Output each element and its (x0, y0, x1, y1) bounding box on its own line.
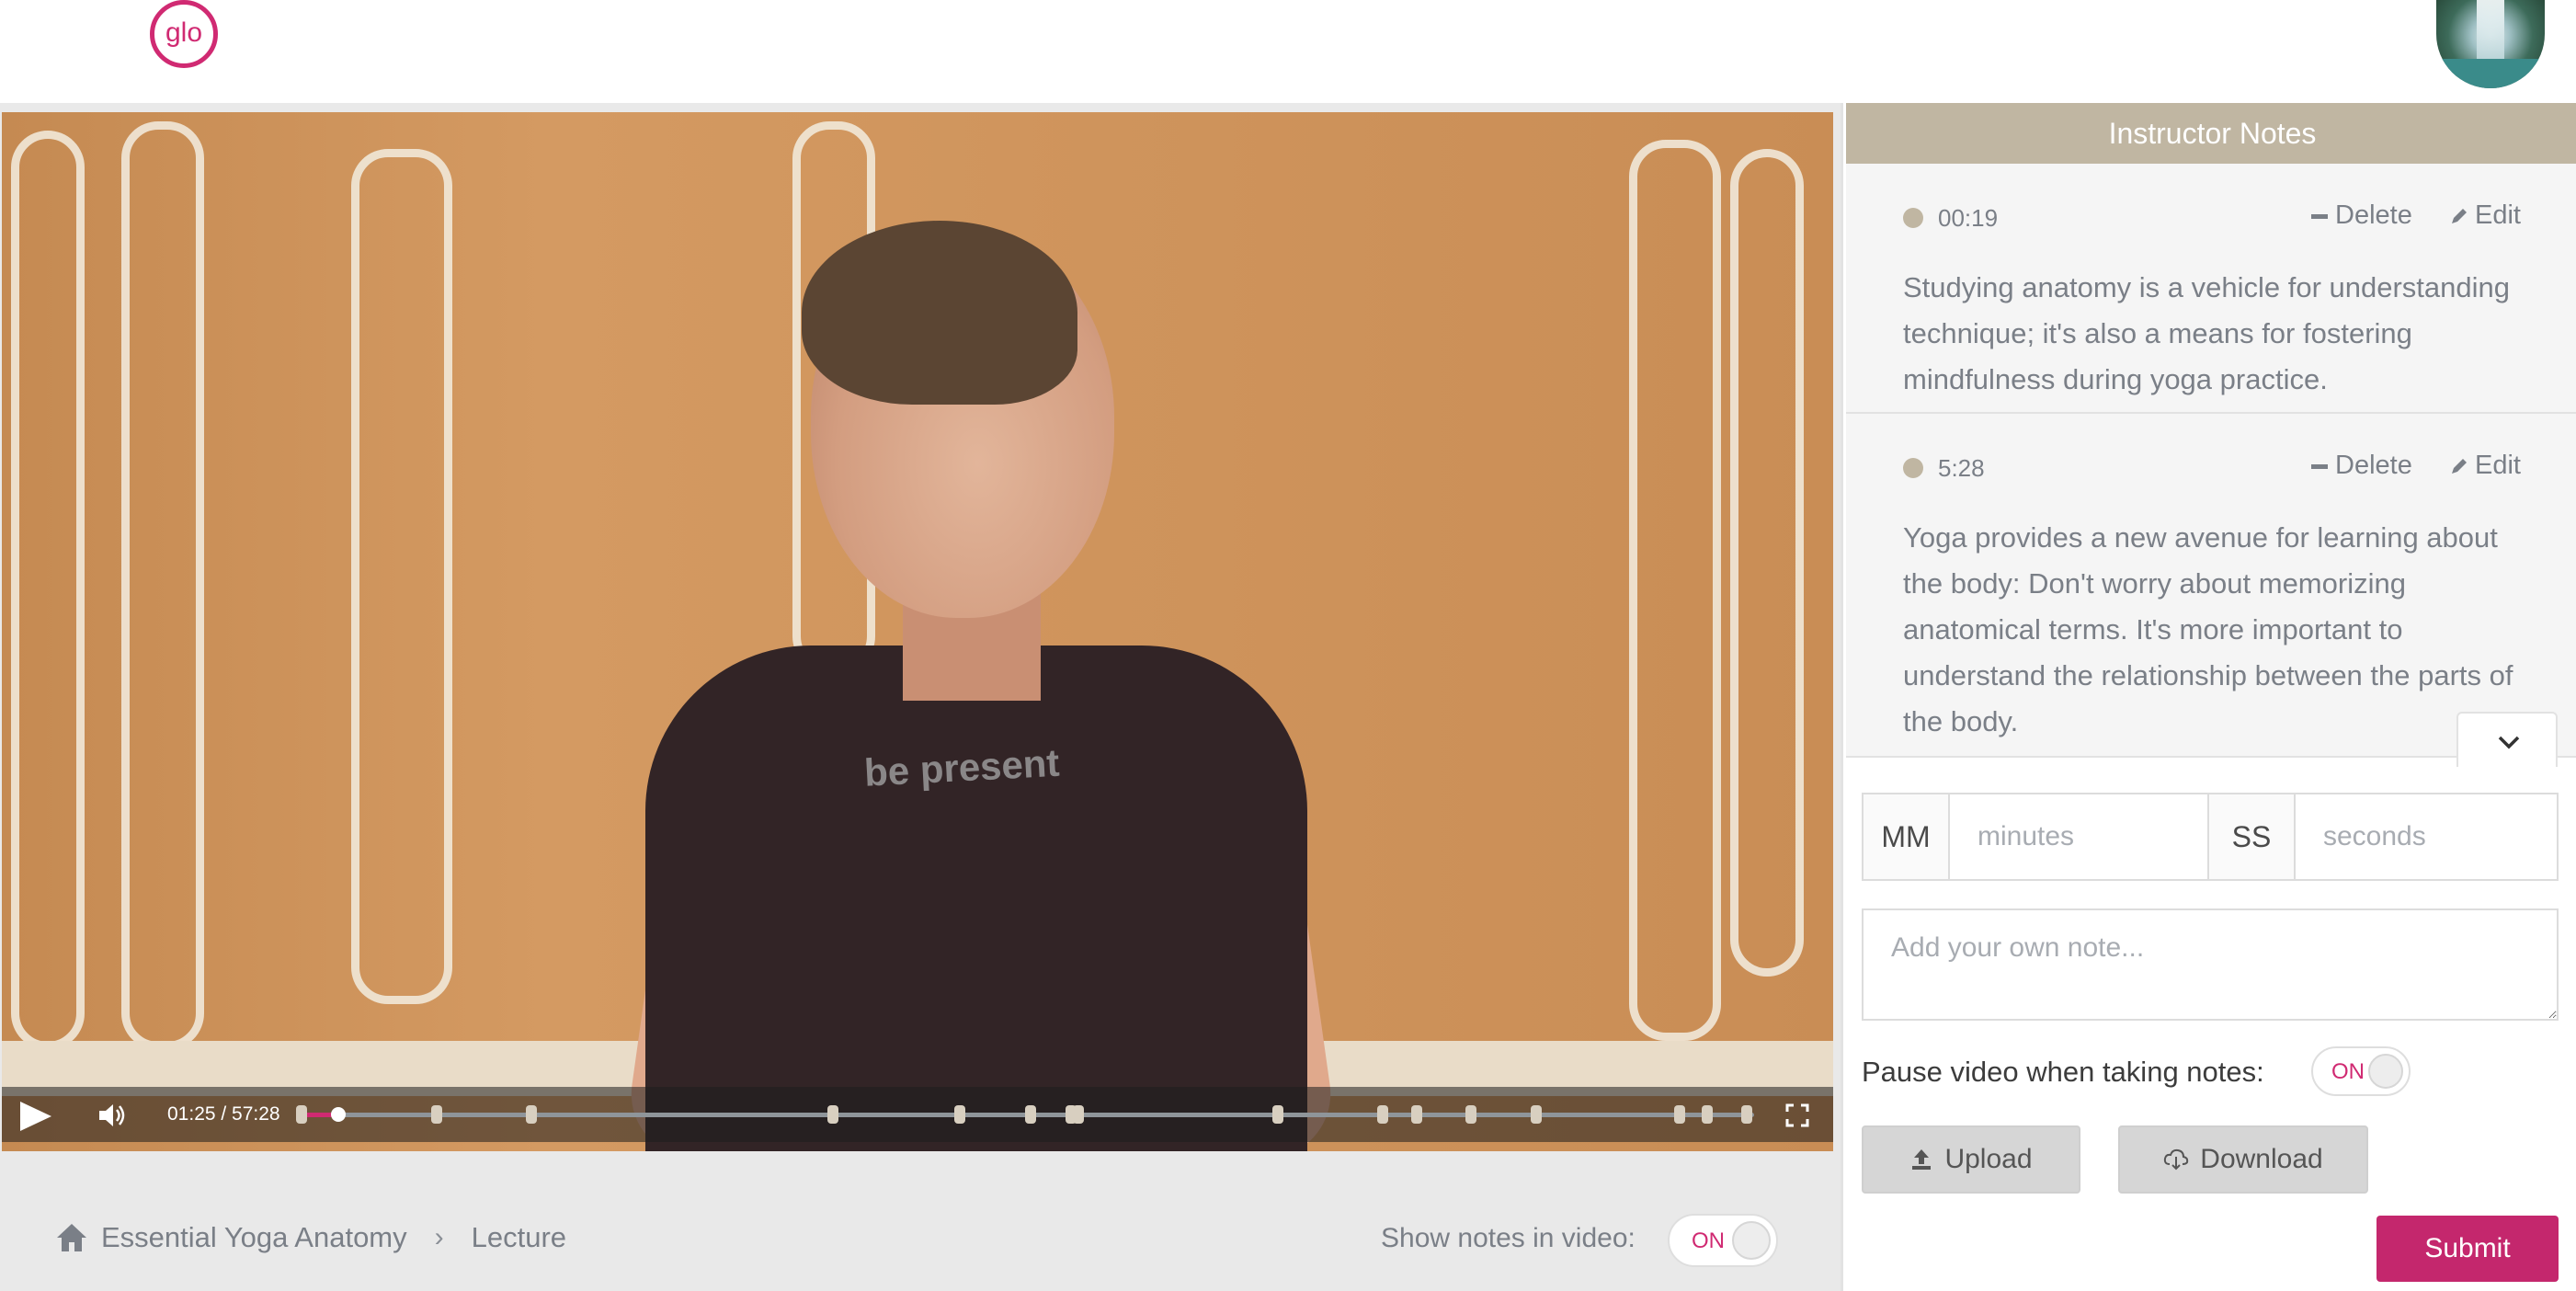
upload-label: Upload (1944, 1144, 2033, 1174)
seconds-unit-label: SS (2209, 794, 2296, 879)
note-marker[interactable] (1702, 1105, 1714, 1124)
rope-graphic (1629, 140, 1721, 1041)
collapse-notes-button[interactable] (2456, 712, 2558, 767)
rope-graphic (11, 131, 85, 1050)
progress-bar[interactable] (296, 1105, 1754, 1124)
note-text: Studying anatomy is a vehicle for unders… (1903, 271, 2511, 395)
note-edit-button[interactable]: Edit (2449, 200, 2521, 231)
note-marker[interactable] (296, 1105, 307, 1124)
volume-icon[interactable] (99, 1103, 127, 1127)
breadcrumb-separator: › (434, 1222, 444, 1252)
cloud-download-icon (2164, 1148, 2189, 1171)
note-delete-button[interactable]: Delete (2311, 200, 2412, 231)
user-avatar[interactable] (2436, 0, 2545, 88)
time-display: 01:25 / 57:28 (167, 1103, 280, 1125)
note-marker[interactable] (1741, 1105, 1753, 1124)
toggle-knob (1732, 1221, 1771, 1260)
rope-graphic (1730, 149, 1804, 977)
note-marker[interactable] (1376, 1105, 1388, 1124)
breadcrumb-course-link[interactable]: Essential Yoga Anatomy (101, 1221, 407, 1254)
notes-list[interactable]: 00:19 Delete Edit Studying anatomy is a … (1846, 164, 2576, 758)
seconds-input[interactable] (2296, 794, 2555, 879)
note-marker[interactable] (1465, 1105, 1476, 1124)
submit-button[interactable]: Submit (2377, 1216, 2559, 1282)
delete-label: Delete (2335, 200, 2412, 230)
note-item: 5:28 Delete Edit Yoga provides a new ave… (1846, 414, 2576, 758)
instructor-shirt (645, 646, 1307, 1151)
edit-label: Edit (2475, 451, 2521, 480)
toggle-knob (2368, 1054, 2403, 1089)
note-timestamp[interactable]: 5:28 (1938, 454, 1985, 483)
pause-video-label: Pause video when taking notes: (1862, 1056, 2264, 1088)
note-marker[interactable] (1531, 1105, 1542, 1124)
note-marker[interactable] (430, 1105, 442, 1124)
pool-graphic (2436, 59, 2545, 88)
pencil-icon (2452, 209, 2467, 224)
toggle-state-label: ON (2331, 1059, 2365, 1084)
notes-panel: Instructor Notes 00:19 Delete Edit Study… (1841, 103, 2576, 1291)
home-icon[interactable] (55, 1222, 88, 1253)
pencil-icon (2452, 459, 2467, 474)
note-marker[interactable] (1025, 1105, 1037, 1124)
minutes-input[interactable] (1950, 794, 2209, 879)
download-label: Download (2200, 1144, 2323, 1174)
rope-graphic (121, 121, 204, 1050)
note-dot-icon (1903, 458, 1923, 478)
note-text: Yoga provides a new avenue for learning … (1903, 521, 2513, 737)
note-marker[interactable] (1411, 1105, 1423, 1124)
chevron-down-icon (2498, 736, 2520, 749)
breadcrumb-current: Lecture (471, 1221, 567, 1253)
note-marker[interactable] (525, 1105, 537, 1124)
minutes-unit-label: MM (1864, 794, 1950, 879)
breadcrumb: Essential Yoga Anatomy › Lecture (55, 1219, 566, 1256)
note-marker[interactable] (827, 1105, 839, 1124)
instructor-hair (802, 221, 1077, 405)
note-marker[interactable] (1271, 1105, 1283, 1124)
delete-label: Delete (2335, 451, 2412, 480)
show-notes-toggle[interactable]: ON (1668, 1214, 1778, 1267)
note-marker[interactable] (953, 1105, 965, 1124)
note-delete-button[interactable]: Delete (2311, 451, 2412, 481)
video-player-container: be present 01:25 / 57:28 (0, 103, 1841, 1291)
glo-logo[interactable]: glo (150, 0, 218, 68)
note-marker[interactable] (1674, 1105, 1686, 1124)
timestamp-inputs: MM SS (1862, 793, 2559, 881)
notes-panel-title: Instructor Notes (1846, 103, 2576, 164)
minus-icon (2311, 463, 2328, 469)
note-timestamp[interactable]: 00:19 (1938, 204, 1998, 233)
note-marker[interactable] (1073, 1105, 1085, 1124)
progress-thumb[interactable] (330, 1107, 346, 1122)
play-icon[interactable] (20, 1102, 51, 1131)
video-frame[interactable]: be present (2, 112, 1833, 1151)
waterfall-graphic (2477, 0, 2504, 64)
upload-icon (1912, 1149, 1932, 1170)
minus-icon (2311, 213, 2328, 219)
note-dot-icon (1903, 208, 1923, 228)
note-textarea[interactable] (1862, 908, 2559, 1021)
fullscreen-icon[interactable] (1785, 1103, 1809, 1127)
pause-video-toggle[interactable]: ON (2311, 1046, 2411, 1096)
rope-graphic (351, 149, 452, 1004)
note-edit-button[interactable]: Edit (2449, 451, 2521, 481)
video-controls: 01:25 / 57:28 (2, 1087, 1833, 1142)
top-bar: glo (0, 0, 2576, 103)
download-button[interactable]: Download (2118, 1125, 2368, 1194)
note-item: 00:19 Delete Edit Studying anatomy is a … (1846, 164, 2576, 414)
edit-label: Edit (2475, 200, 2521, 230)
upload-button[interactable]: Upload (1862, 1125, 2080, 1194)
show-notes-label: Show notes in video: (1381, 1223, 1636, 1253)
toggle-state-label: ON (1692, 1228, 1725, 1253)
